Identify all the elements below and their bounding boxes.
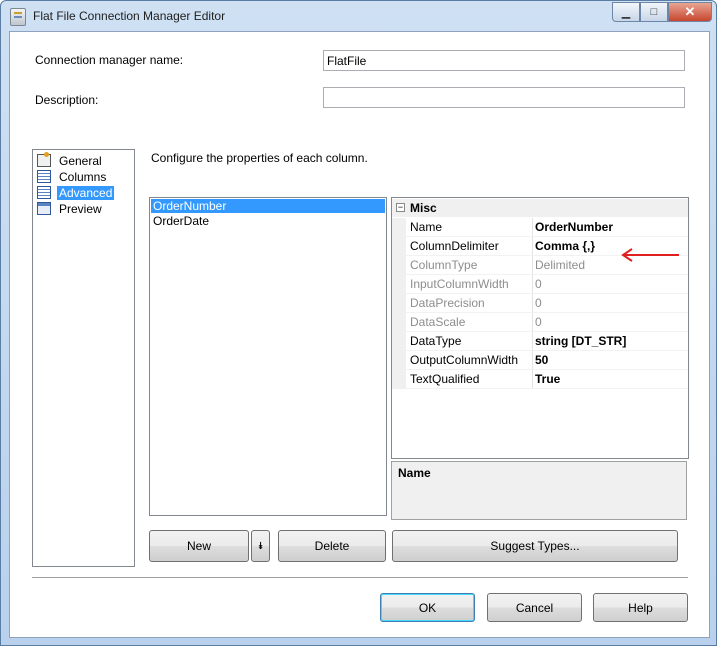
maximize-button[interactable]: □ xyxy=(640,2,668,22)
property-value[interactable]: Comma {,} xyxy=(535,239,595,253)
property-name: DataType xyxy=(410,334,462,348)
nav-item-general[interactable]: General xyxy=(37,152,104,168)
property-name: DataPrecision xyxy=(410,296,485,310)
dialog-client-area: Connection manager name: FlatFile Descri… xyxy=(9,31,710,638)
nav-item-advanced[interactable]: Advanced xyxy=(37,185,115,200)
category-label: Misc xyxy=(410,201,437,215)
close-button[interactable]: ✕ xyxy=(668,2,712,22)
property-value[interactable]: 50 xyxy=(535,353,548,367)
dialog-window: Flat File Connection Manager Editor ▁ □ … xyxy=(0,0,717,646)
minimize-button[interactable]: ▁ xyxy=(612,2,640,22)
columns-icon xyxy=(37,170,51,183)
nav-item-columns[interactable]: Columns xyxy=(37,169,108,184)
preview-icon xyxy=(37,202,51,215)
nav-item-label: Preview xyxy=(59,201,102,216)
property-name: Name xyxy=(410,220,443,234)
property-category-misc: − Misc xyxy=(392,199,688,217)
property-grid: − Misc Name OrderNumber ColumnDelimiter … xyxy=(391,197,689,459)
list-item[interactable]: OrderDate xyxy=(151,214,385,228)
property-value: 0 xyxy=(535,296,542,310)
advanced-icon xyxy=(37,186,51,199)
title-bar[interactable]: Flat File Connection Manager Editor ▁ □ … xyxy=(1,1,716,31)
property-value: Delimited xyxy=(535,258,586,272)
caption-buttons: ▁ □ ✕ xyxy=(612,2,712,22)
page-navigation-list: General Columns Advanced Preview xyxy=(32,149,135,567)
property-name: ColumnType xyxy=(410,258,478,272)
property-value: 0 xyxy=(535,277,542,291)
property-row-output-column-width[interactable]: OutputColumnWidth 50 xyxy=(392,351,688,370)
description-label: Description: xyxy=(35,93,99,107)
nav-item-label: Columns xyxy=(59,169,107,184)
property-row-input-column-width[interactable]: InputColumnWidth 0 xyxy=(392,275,688,294)
annotation-arrow-icon xyxy=(621,248,679,262)
property-row-data-type[interactable]: DataType string [DT_STR] xyxy=(392,332,688,351)
nav-item-preview[interactable]: Preview xyxy=(37,201,104,216)
property-value[interactable]: string [DT_STR] xyxy=(535,334,626,348)
instructions-text: Configure the properties of each column. xyxy=(151,151,368,165)
columns-list: OrderNumber OrderDate xyxy=(149,197,387,516)
property-value: 0 xyxy=(535,315,542,329)
suggest-types-button[interactable]: Suggest Types... xyxy=(392,530,678,562)
delete-button[interactable]: Delete xyxy=(278,530,386,562)
description-input[interactable] xyxy=(323,87,685,108)
property-row-text-qualified[interactable]: TextQualified True xyxy=(392,370,688,389)
connection-name-label: Connection manager name: xyxy=(35,53,184,67)
property-name: TextQualified xyxy=(410,372,480,386)
nav-item-label: Advanced xyxy=(57,185,115,200)
property-value[interactable]: OrderNumber xyxy=(535,220,613,234)
window-title: Flat File Connection Manager Editor xyxy=(33,9,226,23)
new-button[interactable]: New xyxy=(149,530,249,562)
property-row-data-precision[interactable]: DataPrecision 0 xyxy=(392,294,688,313)
property-description-title: Name xyxy=(398,466,431,480)
connection-name-input[interactable]: FlatFile xyxy=(323,50,685,71)
list-item[interactable]: OrderNumber xyxy=(151,199,385,213)
property-row-data-scale[interactable]: DataScale 0 xyxy=(392,313,688,332)
chevron-down-icon: ⯯ xyxy=(257,540,264,552)
general-icon xyxy=(37,152,51,167)
help-button[interactable]: Help xyxy=(593,593,688,622)
app-icon xyxy=(10,8,26,26)
property-name: ColumnDelimiter xyxy=(410,239,499,253)
property-name: InputColumnWidth xyxy=(410,277,509,291)
property-name: DataScale xyxy=(410,315,466,329)
property-value[interactable]: True xyxy=(535,372,560,386)
footer-divider xyxy=(32,577,688,579)
cancel-button[interactable]: Cancel xyxy=(487,593,582,622)
property-name: OutputColumnWidth xyxy=(410,353,519,367)
property-description-panel: Name xyxy=(391,461,687,520)
nav-item-label: General xyxy=(59,153,102,168)
collapse-icon[interactable]: − xyxy=(396,203,405,212)
new-dropdown-button[interactable]: ⯯ xyxy=(251,530,270,562)
ok-button[interactable]: OK xyxy=(380,593,475,622)
property-row-name[interactable]: Name OrderNumber xyxy=(392,218,688,237)
